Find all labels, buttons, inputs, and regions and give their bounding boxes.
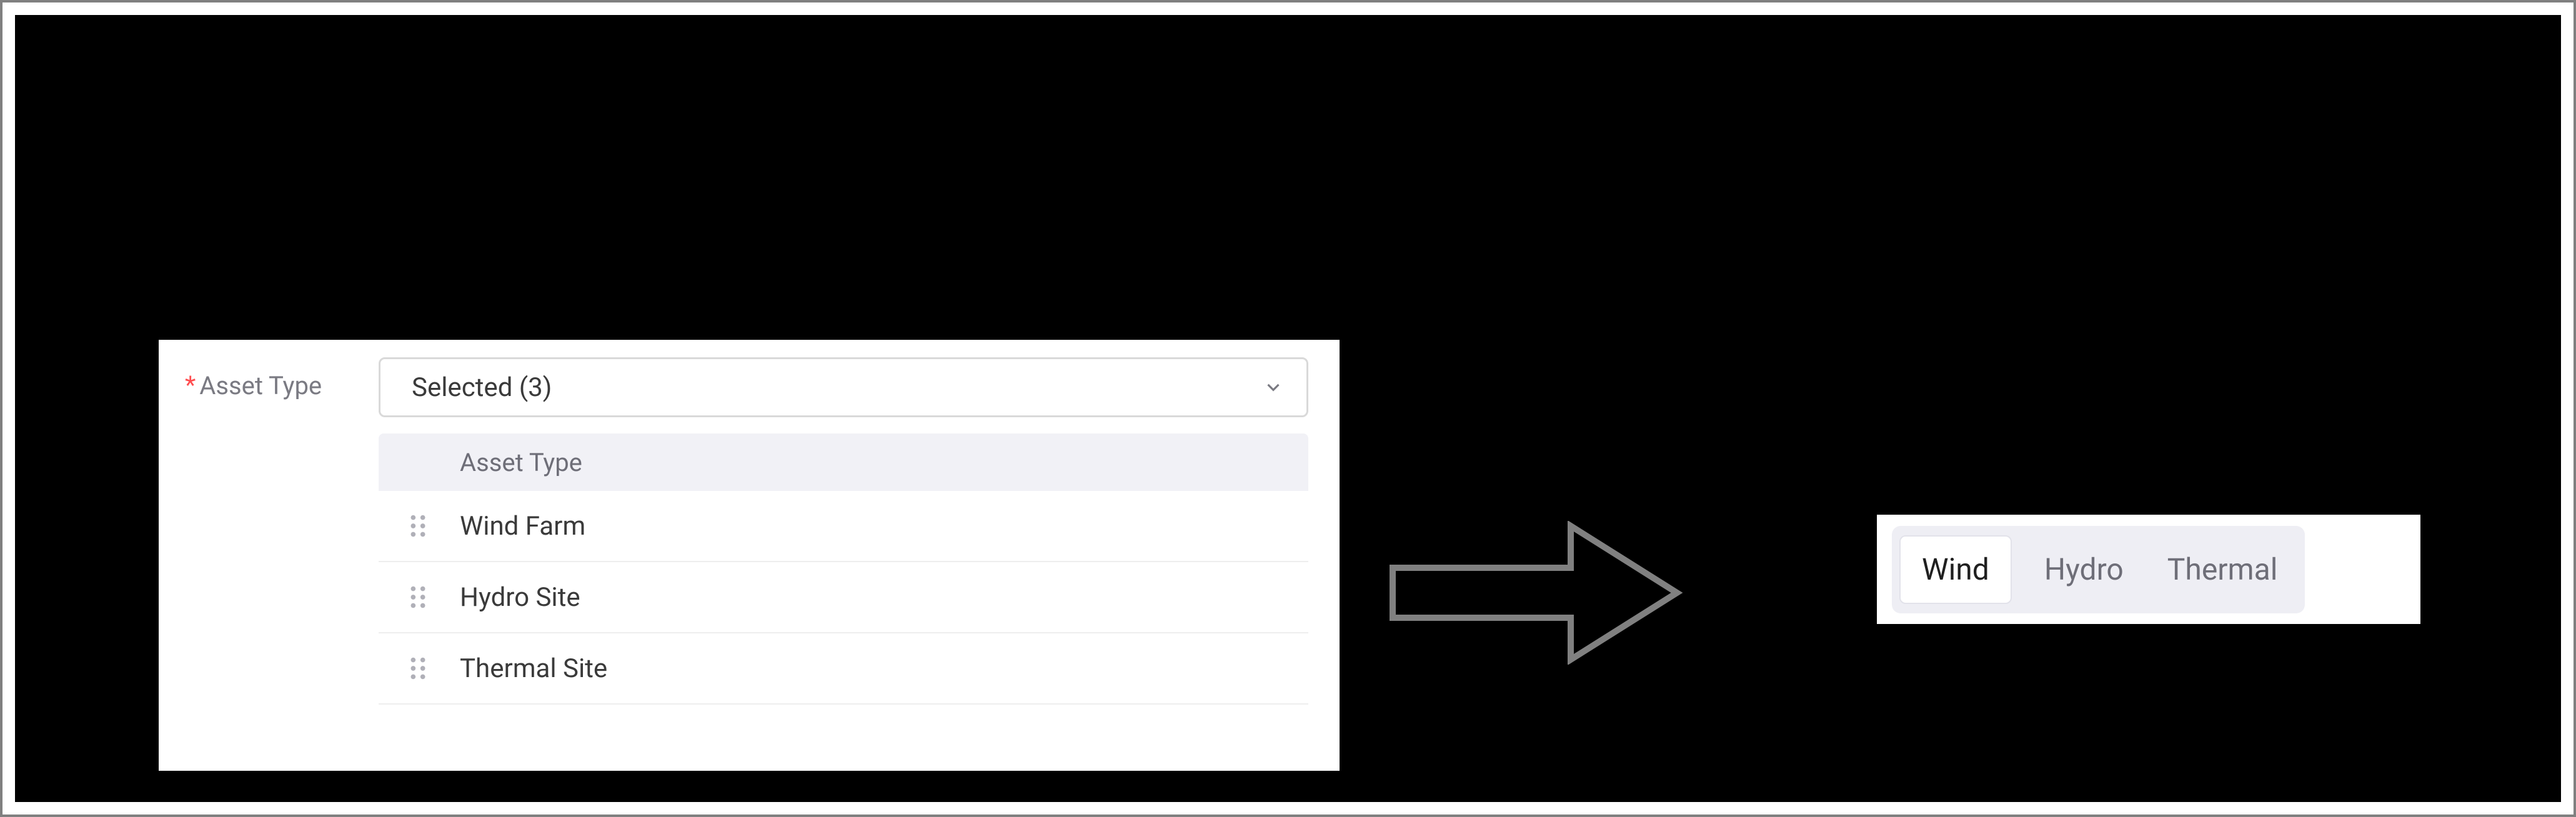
list-item-label: Thermal Site xyxy=(460,653,607,684)
asset-type-select-value: Selected (3) xyxy=(412,372,552,403)
list-item-label: Wind Farm xyxy=(460,511,585,542)
drag-handle-icon[interactable] xyxy=(404,654,432,683)
asset-type-form-panel: * Asset Type Selected (3) Asset Type xyxy=(159,340,1340,771)
tab-hydro[interactable]: Hydro xyxy=(2033,535,2135,604)
asset-type-list-header: Asset Type xyxy=(379,433,1308,491)
list-item[interactable]: Hydro Site xyxy=(379,562,1308,633)
drag-handle-icon[interactable] xyxy=(404,583,432,612)
asset-type-label-wrap: * Asset Type xyxy=(185,357,379,413)
diagram-canvas: * Asset Type Selected (3) Asset Type xyxy=(15,15,2561,802)
chevron-down-icon xyxy=(1263,377,1284,398)
drag-handle-icon[interactable] xyxy=(404,512,432,540)
tab-thermal[interactable]: Thermal xyxy=(2156,535,2289,604)
tabs-panel: Wind Hydro Thermal xyxy=(1877,515,2420,624)
asset-type-list-header-text: Asset Type xyxy=(460,448,582,477)
arrow-right-icon xyxy=(1390,521,1683,665)
asset-type-label: Asset Type xyxy=(199,371,322,400)
tab-wind[interactable]: Wind xyxy=(1899,535,2012,604)
list-item[interactable]: Wind Farm xyxy=(379,491,1308,562)
diagram-frame: * Asset Type Selected (3) Asset Type xyxy=(0,0,2576,817)
list-item[interactable]: Thermal Site xyxy=(379,633,1308,705)
required-asterisk: * xyxy=(185,373,196,398)
asset-type-select[interactable]: Selected (3) xyxy=(379,357,1308,417)
asset-type-list: Asset Type Wind Farm Hydr xyxy=(379,433,1308,705)
list-item-label: Hydro Site xyxy=(460,582,580,613)
asset-type-field: * Asset Type Selected (3) Asset Type xyxy=(159,357,1340,705)
asset-type-field-body: Selected (3) Asset Type xyxy=(379,357,1340,705)
asset-type-tabs: Wind Hydro Thermal xyxy=(1892,526,2305,613)
